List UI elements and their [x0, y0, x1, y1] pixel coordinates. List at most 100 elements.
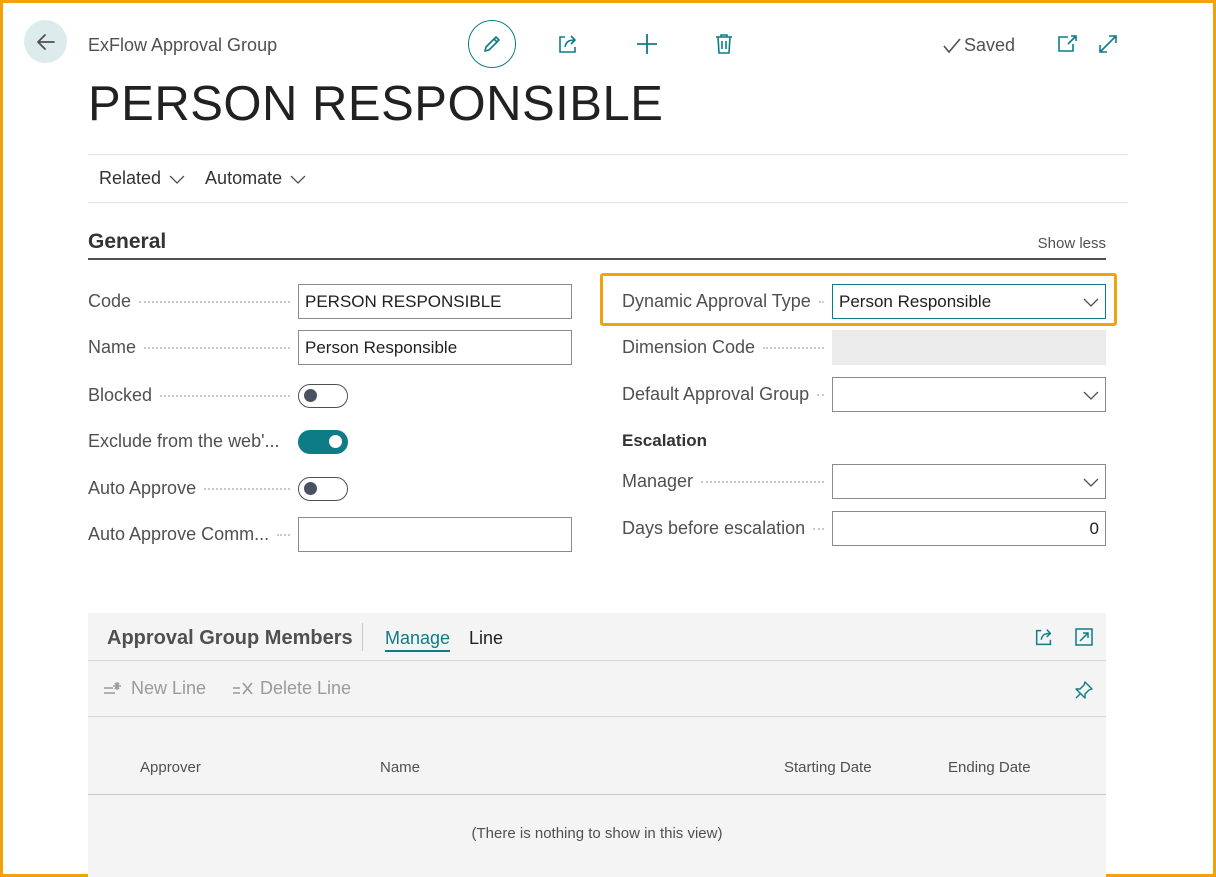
days-before-escalation-input[interactable]: 0 — [832, 511, 1106, 546]
dynamic-approval-type-row: Dynamic Approval Type Person Responsible — [622, 284, 1106, 319]
column-header-approver[interactable]: Approver — [140, 759, 201, 776]
new-line-label: New Line — [131, 678, 207, 698]
new-line-icon — [104, 681, 121, 694]
days-before-escalation-label: Days before escalation — [622, 518, 806, 538]
blocked-field-row: Blocked — [88, 378, 572, 413]
leader-dots — [139, 300, 290, 303]
show-less-link[interactable]: Show less — [1038, 235, 1106, 252]
automate-label: Automate — [205, 168, 283, 188]
members-share-button[interactable] — [1032, 625, 1056, 649]
members-title[interactable]: Approval Group Members — [107, 627, 353, 650]
leader-dots — [144, 346, 290, 349]
dynamic-approval-type-label: Dynamic Approval Type — [622, 291, 811, 311]
breadcrumb: ExFlow Approval Group — [88, 35, 278, 55]
leader-dots — [277, 533, 290, 536]
leader-dots — [160, 394, 290, 397]
blocked-toggle[interactable] — [298, 383, 348, 408]
exclude-field-row: Exclude from the web'... — [88, 424, 572, 459]
delete-line-label: Delete Line — [260, 678, 352, 698]
related-label: Related — [99, 168, 162, 188]
dimension-code-input — [832, 330, 1106, 365]
expand-button[interactable] — [1096, 32, 1120, 56]
pencil-icon — [484, 36, 500, 52]
auto-approve-field-row: Auto Approve — [88, 471, 572, 506]
default-approval-group-label: Default Approval Group — [622, 384, 810, 404]
leader-dots — [204, 487, 290, 490]
default-approval-group-select[interactable] — [832, 377, 1106, 412]
chevron-down-icon — [169, 175, 185, 184]
dimension-code-row: Dimension Code — [622, 330, 1106, 365]
leader-dots — [818, 300, 824, 303]
name-field-row: Name Person Responsible — [88, 330, 572, 365]
members-focus-button[interactable] — [1073, 626, 1095, 648]
open-new-window-button[interactable] — [1055, 33, 1079, 55]
name-input[interactable]: Person Responsible — [298, 330, 572, 365]
manager-label: Manager — [622, 471, 694, 491]
chevron-down-icon — [290, 175, 306, 184]
auto-approve-comment-field-row: Auto Approve Comm... — [88, 517, 572, 552]
focus-mode-icon — [1075, 628, 1093, 646]
leader-dots — [288, 441, 290, 443]
edit-button[interactable] — [468, 20, 516, 68]
related-menu[interactable]: Related — [99, 168, 185, 189]
check-icon — [943, 37, 961, 53]
open-in-new-window-icon — [1058, 35, 1077, 52]
approval-group-members-part: Approval Group Members Manage Line New L… — [88, 613, 1106, 877]
leader-dots — [813, 527, 824, 530]
new-line-button[interactable]: New Line — [103, 678, 206, 699]
days-before-escalation-row: Days before escalation 0 — [622, 511, 1106, 546]
dynamic-approval-type-select[interactable]: Person Responsible — [832, 284, 1106, 319]
delete-button[interactable] — [711, 31, 737, 57]
share-button[interactable] — [555, 31, 581, 57]
back-button[interactable] — [24, 20, 67, 63]
blocked-label: Blocked — [88, 385, 153, 405]
new-button[interactable] — [634, 31, 660, 57]
code-field-row: Code PERSON RESPONSIBLE — [88, 284, 572, 319]
empty-message: (There is nothing to show in this view) — [471, 825, 723, 842]
plus-icon — [637, 34, 657, 54]
members-header: Approval Group Members Manage Line — [88, 613, 1106, 661]
pin-button[interactable] — [1073, 679, 1095, 701]
delete-line-button[interactable]: Delete Line — [232, 678, 351, 699]
dynamic-approval-type-value: Person Responsible — [839, 291, 992, 311]
auto-approve-label: Auto Approve — [88, 478, 197, 498]
manager-select[interactable] — [832, 464, 1106, 499]
name-label: Name — [88, 337, 137, 357]
tab-line[interactable]: Line — [469, 628, 503, 649]
saved-indicator: Saved — [942, 35, 1015, 56]
section-title[interactable]: General — [88, 230, 166, 254]
auto-approve-comment-label: Auto Approve Comm... — [88, 524, 270, 544]
code-input[interactable]: PERSON RESPONSIBLE — [298, 284, 572, 319]
general-section-header: General Show less — [88, 228, 1106, 260]
auto-approve-toggle[interactable] — [298, 476, 348, 501]
arrow-left-icon — [36, 33, 55, 50]
code-label: Code — [88, 291, 132, 311]
automate-menu[interactable]: Automate — [205, 168, 306, 189]
column-header-name[interactable]: Name — [380, 759, 420, 776]
exclude-label: Exclude from the web'... — [88, 431, 280, 451]
auto-approve-comment-input[interactable] — [298, 517, 572, 552]
column-header-ending-date[interactable]: Ending Date — [948, 759, 1031, 776]
share-icon — [1035, 629, 1052, 646]
expand-icon — [1099, 35, 1117, 53]
chevron-down-icon — [1083, 298, 1099, 307]
saved-label: Saved — [964, 35, 1016, 55]
chevron-down-icon — [1083, 478, 1099, 487]
column-header-starting-date[interactable]: Starting Date — [784, 759, 872, 776]
trash-icon — [716, 34, 732, 54]
tab-manage[interactable]: Manage — [385, 628, 451, 652]
grid-header-divider — [88, 794, 1106, 795]
divider — [362, 623, 363, 651]
default-approval-group-row: Default Approval Group — [622, 377, 1106, 412]
members-toolbar: New Line Delete Line — [88, 661, 1106, 717]
chevron-down-icon — [1083, 391, 1099, 400]
page-title: PERSON RESPONSIBLE — [88, 77, 664, 131]
action-bar: Related Automate — [88, 154, 1128, 203]
leader-dots — [817, 393, 824, 396]
leader-dots — [763, 346, 824, 349]
leader-dots — [701, 480, 824, 483]
exclude-toggle[interactable] — [298, 429, 348, 454]
pin-icon — [1075, 681, 1093, 699]
dimension-code-label: Dimension Code — [622, 337, 756, 357]
escalation-heading: Escalation — [622, 431, 708, 450]
